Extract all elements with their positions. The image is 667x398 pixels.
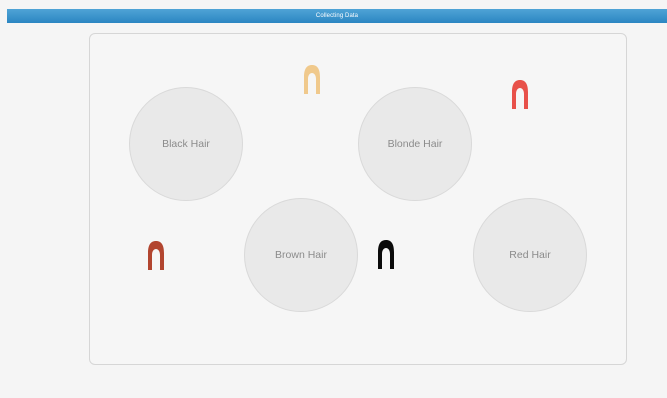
red-hair-bin-label: Red Hair [509,249,551,261]
sorting-board [89,33,627,365]
blonde-hair-bin[interactable]: Blonde Hair [358,87,472,201]
black-hair-bin-label: Black Hair [162,138,210,150]
red-hair-icon[interactable] [511,79,529,111]
brown-hair-bin-label: Brown Hair [275,249,327,261]
page-title: Collecting Data [315,13,359,19]
brown-hair-bin[interactable]: Brown Hair [244,198,358,312]
blonde-hair-bin-label: Blonde Hair [387,138,443,150]
blonde-hair-icon[interactable] [303,64,321,96]
black-hair-bin[interactable]: Black Hair [129,87,243,201]
brown-hair-icon[interactable] [147,240,165,272]
title-bar: Collecting Data [7,9,667,23]
black-hair-icon[interactable] [377,239,395,271]
red-hair-bin[interactable]: Red Hair [473,198,587,312]
